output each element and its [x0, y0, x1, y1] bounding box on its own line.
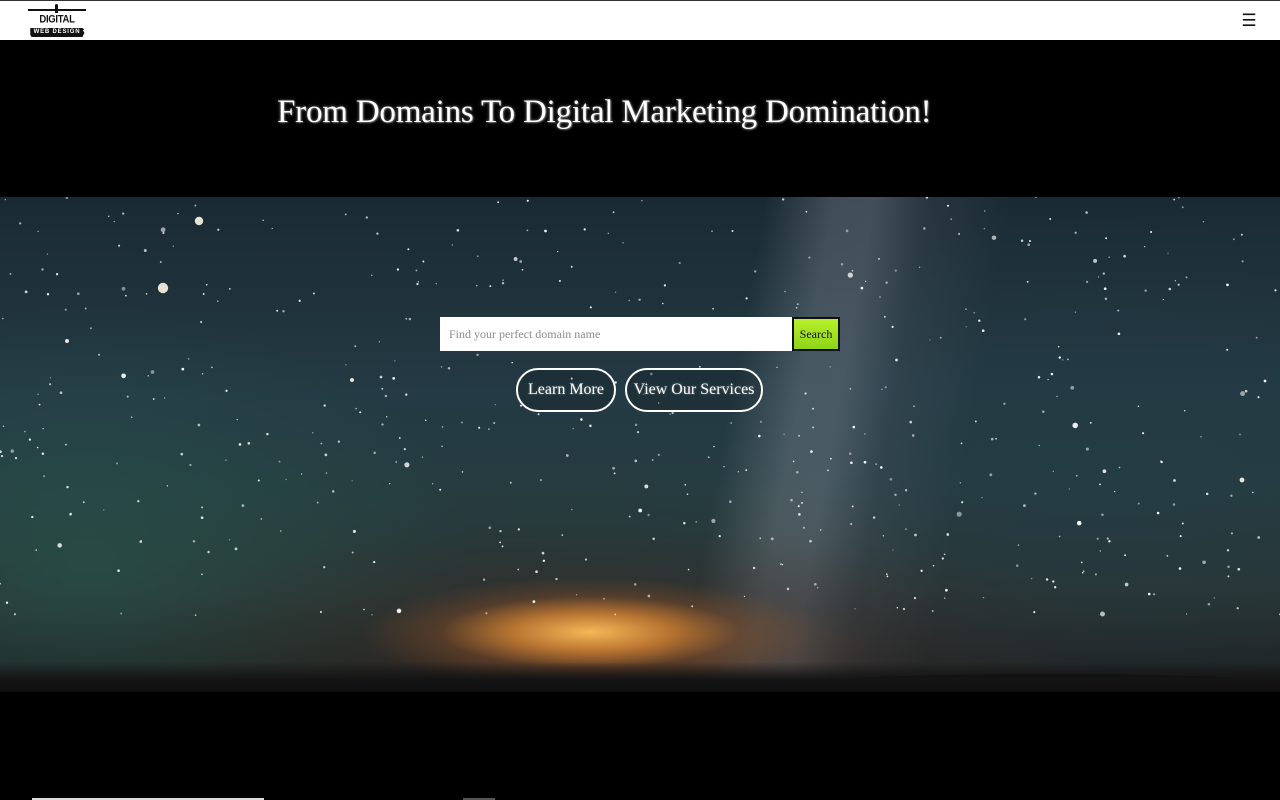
horizon-ground	[0, 662, 1280, 692]
menu-icon[interactable]: ☰	[1240, 11, 1258, 31]
top-nav-bar: DIGITAL MARKETING WEB DESIGN ☰	[0, 0, 1280, 40]
lower-section	[0, 692, 1280, 800]
hero-background	[0, 197, 1280, 692]
learn-more-button[interactable]: Learn More	[516, 368, 616, 412]
domain-search-form: Search	[440, 317, 840, 351]
view-services-button[interactable]: View Our Services	[625, 368, 763, 412]
logo-text-secondary: WEB DESIGN	[31, 28, 83, 37]
site-logo[interactable]: DIGITAL MARKETING WEB DESIGN	[26, 4, 88, 39]
domain-search-input[interactable]	[440, 317, 792, 351]
page-headline: From Domains To Digital Marketing Domina…	[277, 94, 932, 130]
starfield-image	[0, 197, 1280, 617]
headline-section: From Domains To Digital Marketing Domina…	[0, 40, 1280, 197]
search-button[interactable]: Search	[792, 317, 840, 351]
pen-icon	[55, 4, 58, 13]
